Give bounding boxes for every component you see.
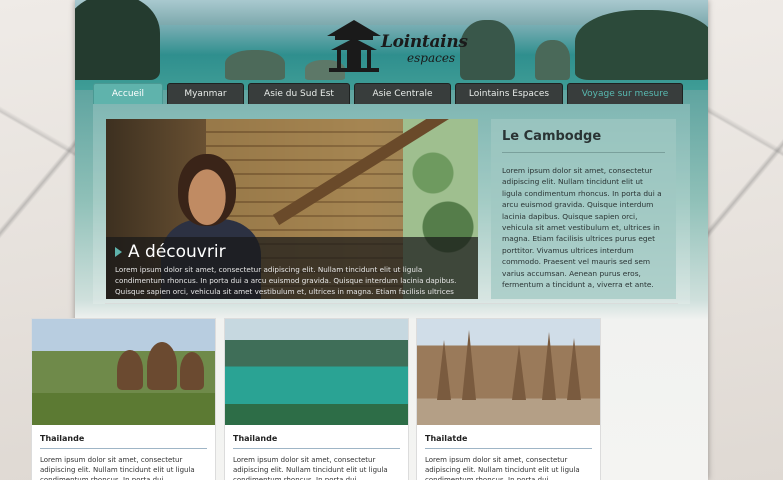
hero-image[interactable]: A découvrir Lorem ipsum dolor sit amet, … [106, 119, 478, 299]
stupa [147, 342, 177, 390]
tab-accueil[interactable]: Accueil [93, 83, 163, 104]
hero-caption: A découvrir Lorem ipsum dolor sit amet, … [106, 237, 478, 299]
card-title[interactable]: Thailande [40, 434, 207, 449]
header-banner: Lointains espaces [75, 0, 708, 90]
spire [542, 332, 556, 400]
karst-rock [225, 50, 285, 80]
hero-text: Lorem ipsum dolor sit amet, consectetur … [115, 265, 457, 299]
tab-asie-du-sud-est[interactable]: Asie du Sud Est [248, 83, 350, 104]
karst-rock [535, 40, 570, 80]
tab-asie-centrale[interactable]: Asie Centrale [354, 83, 451, 104]
karst-rock [460, 20, 515, 80]
marble-background-right [708, 0, 783, 480]
pagoda-icon [327, 20, 381, 72]
card-title[interactable]: Thailande [233, 434, 400, 449]
destination-card[interactable]: Thailatde Lorem ipsum dolor sit amet, co… [416, 318, 601, 480]
sidebar-panel: Le Cambodge Lorem ipsum dolor sit amet, … [491, 119, 676, 299]
card-text: Lorem ipsum dolor sit amet, consectetur … [40, 456, 195, 480]
main-navigation: Accueil Myanmar Asie du Sud Est Asie Cen… [93, 83, 693, 104]
stupa [117, 350, 143, 390]
card-text: Lorem ipsum dolor sit amet, consectetur … [425, 456, 580, 480]
tab-myanmar[interactable]: Myanmar [167, 83, 244, 104]
hero-title[interactable]: A découvrir [115, 242, 469, 262]
tab-lointains-espaces[interactable]: Lointains Espaces [455, 83, 563, 104]
tab-voyage-sur-mesure[interactable]: Voyage sur mesure [567, 83, 683, 104]
sidebar-title: Le Cambodge [502, 129, 665, 153]
card-image-bay[interactable] [225, 319, 408, 425]
spire [437, 340, 451, 400]
hero-title-text: A découvrir [128, 242, 226, 262]
logo-title: Lointains [381, 32, 468, 52]
spire [512, 345, 526, 400]
spire [567, 338, 581, 400]
logo-subtitle: espaces [407, 51, 456, 65]
karst-rock [75, 0, 160, 80]
featured-section: A découvrir Lorem ipsum dolor sit amet, … [93, 104, 690, 304]
card-image-pagodas[interactable] [417, 319, 600, 425]
site-logo[interactable]: Lointains espaces [323, 18, 468, 73]
destination-card[interactable]: Thailande Lorem ipsum dolor sit amet, co… [31, 318, 216, 480]
girl-face [178, 154, 236, 226]
sidebar-text: Lorem ipsum dolor sit amet, consectetur … [502, 166, 662, 290]
destination-card[interactable]: Thailande Lorem ipsum dolor sit amet, co… [224, 318, 409, 480]
spire [462, 330, 476, 400]
card-text: Lorem ipsum dolor sit amet, consectetur … [233, 456, 388, 480]
stupa [180, 352, 204, 390]
section-divider [105, 303, 678, 304]
card-title[interactable]: Thailatde [425, 434, 592, 449]
karst-rock [575, 10, 708, 80]
arrow-right-icon [115, 247, 122, 257]
card-image-temples[interactable] [32, 319, 215, 425]
